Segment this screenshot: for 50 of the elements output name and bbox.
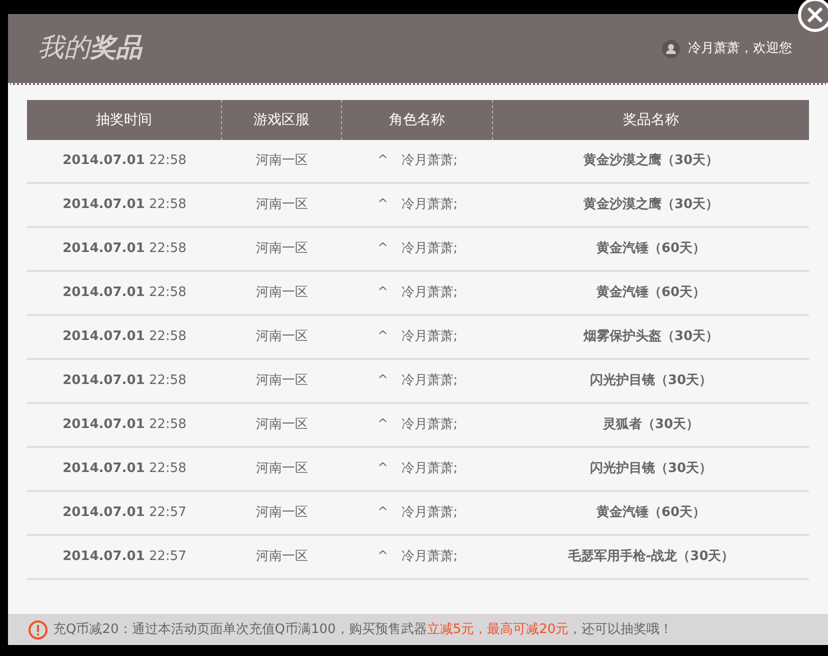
- server-cell-text: 河南一区: [256, 416, 308, 434]
- role-cell-text: ^ 冷月萧萧;: [377, 548, 458, 566]
- prize-cell-text: 烟雾保护头盔（30天）: [583, 328, 719, 346]
- time-cell-text: 2014.07.01 22:57: [62, 548, 186, 566]
- column-header: 抽奖时间: [27, 100, 222, 140]
- notice-text: 充Q币减20：通过本活动页面单次充值Q币满100，购买预售武器立减5元，最高可减20元，还可以抽奖哦！: [53, 620, 673, 639]
- server-cell-text: 河南一区: [256, 240, 308, 258]
- server-cell-text: 河南一区: [256, 504, 308, 522]
- server-cell-text: 河南一区: [256, 460, 308, 478]
- time-cell-text: 2014.07.01 22:58: [62, 460, 186, 478]
- dialog-title: 我的奖品: [38, 32, 142, 65]
- time-cell-text: 2014.07.01 22:58: [62, 416, 186, 434]
- time-cell-text: 2014.07.01 22:58: [62, 328, 186, 346]
- role-cell-text: ^ 冷月萧萧;: [377, 372, 458, 390]
- prize-cell-text: 黄金汽锤（60天）: [596, 504, 706, 522]
- server-cell-text: 河南一区: [256, 372, 308, 390]
- role-cell-text: ^ 冷月萧萧;: [377, 284, 458, 302]
- server-cell-text: 河南一区: [256, 284, 308, 302]
- time-cell-text: 2014.07.01 22:57: [62, 504, 186, 522]
- column-header: 游戏区服: [222, 100, 342, 140]
- server-cell-text: 河南一区: [256, 548, 308, 566]
- column-header: 角色名称: [342, 100, 493, 140]
- user-icon: [662, 40, 680, 58]
- prize-cell-text: 黄金汽锤（60天）: [596, 284, 706, 302]
- time-cell-text: 2014.07.01 22:58: [62, 284, 186, 302]
- time-cell-text: 2014.07.01 22:58: [62, 196, 186, 214]
- prize-cell-text: 闪光护目镜（30天）: [590, 460, 712, 478]
- close-button[interactable]: ×: [798, 0, 828, 32]
- warning-icon: [28, 620, 48, 640]
- prize-cell-text: 毛瑟军用手枪-战龙（30天）: [568, 548, 734, 566]
- role-cell-text: ^ 冷月萧萧;: [377, 416, 458, 434]
- prize-cell-text: 灵狐者（30天）: [602, 416, 700, 434]
- role-cell-text: ^ 冷月萧萧;: [377, 504, 458, 522]
- role-cell-text: ^ 冷月萧萧;: [377, 152, 458, 170]
- column-header: 奖品名称: [622, 110, 680, 130]
- prize-cell-text: 黄金汽锤（60天）: [596, 240, 706, 258]
- prize-cell-text: 黄金沙漠之鹰（30天）: [583, 196, 719, 214]
- role-cell-text: ^ 冷月萧萧;: [377, 196, 458, 214]
- welcome-text: 冷月萧萧，欢迎您: [688, 40, 792, 58]
- time-cell-text: 2014.07.01 22:58: [62, 372, 186, 390]
- server-cell-text: 河南一区: [256, 152, 308, 170]
- time-cell-text: 2014.07.01 22:58: [62, 152, 186, 170]
- role-cell-text: ^ 冷月萧萧;: [377, 460, 458, 478]
- role-cell-text: ^ 冷月萧萧;: [377, 240, 458, 258]
- server-cell-text: 河南一区: [256, 196, 308, 214]
- server-cell-text: 河南一区: [256, 328, 308, 346]
- role-cell-text: ^ 冷月萧萧;: [377, 328, 458, 346]
- prize-cell-text: 黄金沙漠之鹰（30天）: [583, 152, 719, 170]
- prize-cell-text: 闪光护目镜（30天）: [590, 372, 712, 390]
- time-cell-text: 2014.07.01 22:58: [62, 240, 186, 258]
